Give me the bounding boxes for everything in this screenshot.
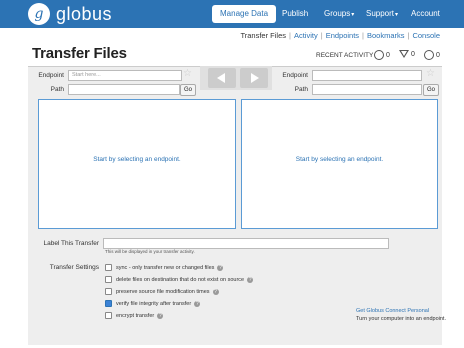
divider: | [289, 31, 291, 40]
divider: | [320, 31, 323, 40]
subnav-transfer-files[interactable]: Transfer Files [240, 31, 286, 40]
divider: | [407, 31, 410, 40]
right-file-list[interactable]: Start by selecting an endpoint. [241, 99, 438, 229]
recent-done-count[interactable]: 0 [424, 50, 440, 60]
left-go-button[interactable]: Go [180, 84, 196, 96]
subnav-bookmarks[interactable]: Bookmarks [367, 31, 405, 40]
encrypt-checkbox[interactable] [105, 312, 112, 320]
preserve-checkbox[interactable] [105, 288, 112, 296]
transfer-arrows [200, 66, 272, 90]
setting-encrypt[interactable]: encrypt transfer? [105, 312, 164, 320]
transfer-settings-label: Transfer Settings [49, 264, 99, 271]
circle-icon [374, 50, 384, 60]
active-count: 0 [386, 51, 390, 59]
failed-count: 0 [411, 50, 415, 58]
subnav-activity[interactable]: Activity [294, 31, 318, 40]
setting-label: preserve source file modification times [116, 289, 210, 295]
setting-delete[interactable]: delete files on destination that do not … [105, 276, 254, 284]
nav-account[interactable]: Account [411, 6, 440, 22]
recent-failed-count[interactable]: 0 [399, 50, 415, 58]
subnav-console[interactable]: Console [412, 31, 440, 40]
chevron-down-icon: ▾ [351, 12, 355, 18]
logo-letter: g [34, 6, 44, 22]
sub-navigation: Transfer Files | Activity | Endpoints | Bookma… [240, 31, 440, 40]
chevron-down-icon: ▾ [395, 12, 399, 18]
help-icon[interactable]: ? [212, 288, 219, 295]
star-icon[interactable]: ☆ [426, 68, 435, 79]
help-icon[interactable]: ? [217, 264, 224, 271]
label-transfer-input[interactable] [103, 238, 389, 249]
arrow-left-icon [217, 73, 225, 83]
right-path-label: Path [294, 86, 308, 93]
subnav-endpoints[interactable]: Endpoints [326, 31, 359, 40]
setting-label: verify file integrity after transfer [116, 301, 192, 307]
label-transfer-label: Label This Transfer [43, 240, 99, 247]
recent-active-count[interactable]: 0 [374, 50, 390, 60]
nav-groups-label: Groups [324, 9, 351, 18]
label-transfer-hint: This will be displayed in your transfer … [105, 249, 195, 254]
transfer-left-button[interactable] [208, 68, 236, 88]
right-endpoint-input[interactable] [312, 70, 422, 81]
circle-icon [424, 50, 434, 60]
setting-label: encrypt transfer [116, 313, 155, 319]
setting-verify[interactable]: verify file integrity after transfer? [105, 300, 201, 308]
setting-label: delete files on destination that do not … [116, 277, 245, 283]
setting-sync[interactable]: sync - only transfer new or changed file… [105, 264, 224, 272]
sync-checkbox[interactable] [105, 264, 112, 272]
right-endpoint-label: Endpoint [282, 72, 308, 79]
setting-label: sync - only transfer new or changed file… [116, 265, 215, 271]
nav-support-label: Support [366, 9, 395, 18]
nav-manage-data[interactable]: Manage Data [212, 5, 277, 23]
top-navbar: g globus Manage Data Publish Groups▾ Sup… [0, 0, 464, 28]
page-title: Transfer Files [32, 45, 127, 62]
left-empty-message: Start by selecting an endpoint. [93, 156, 181, 163]
nav-groups[interactable]: Groups▾ [324, 6, 354, 22]
right-path-input[interactable] [312, 84, 422, 95]
help-icon[interactable]: ? [194, 300, 201, 307]
divider: | [362, 31, 364, 40]
left-path-label: Path [50, 86, 64, 93]
verify-checkbox[interactable] [105, 300, 112, 308]
left-endpoint-label: Endpoint [38, 72, 64, 79]
right-go-button[interactable]: Go [423, 84, 439, 96]
help-icon[interactable]: ? [247, 276, 254, 283]
nav-publish[interactable]: Publish [282, 6, 308, 22]
brand-name[interactable]: globus [56, 4, 112, 25]
left-endpoint-input[interactable]: Start here... [68, 70, 182, 81]
setting-preserve[interactable]: preserve source file modification times? [105, 288, 219, 296]
left-file-list[interactable]: Start by selecting an endpoint. [38, 99, 236, 229]
recent-activity-label: RECENT ACTIVITY [316, 52, 374, 59]
transfer-right-button[interactable] [240, 68, 268, 88]
arrow-right-icon [251, 73, 259, 83]
star-icon[interactable]: ☆ [183, 68, 192, 79]
globus-connect-personal-link[interactable]: Get Globus Connect Personal [356, 308, 429, 314]
delete-checkbox[interactable] [105, 276, 112, 284]
nav-support[interactable]: Support▾ [366, 6, 398, 22]
help-icon[interactable]: ? [157, 312, 164, 319]
triangle-icon [399, 50, 409, 58]
right-empty-message: Start by selecting an endpoint. [295, 156, 384, 163]
left-path-input[interactable] [68, 84, 180, 95]
done-count: 0 [436, 51, 440, 59]
globus-connect-personal-subtitle: Turn your computer into an endpoint. [356, 316, 446, 322]
